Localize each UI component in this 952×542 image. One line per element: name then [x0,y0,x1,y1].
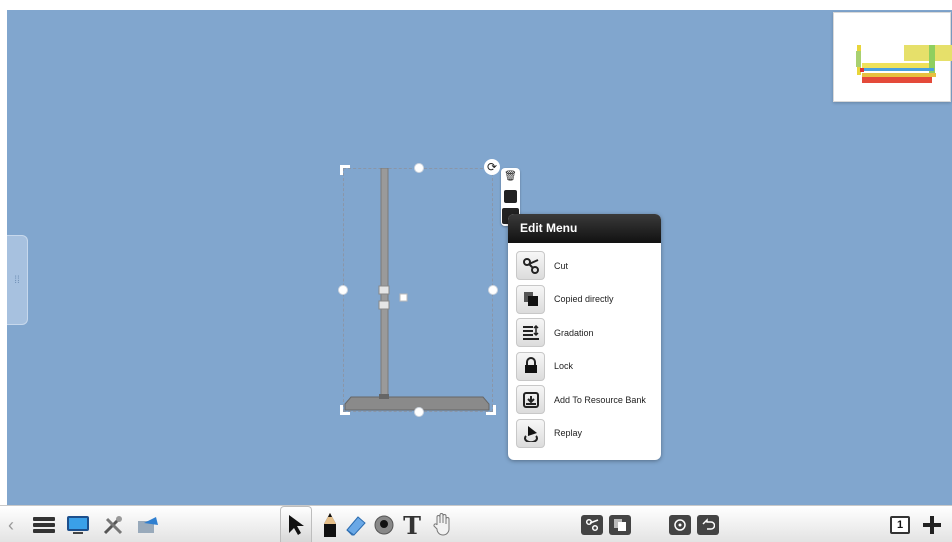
edit-menu-title: Edit Menu [508,214,661,243]
side-panel-tab[interactable]: ⁞⁞ [7,235,28,325]
text-icon[interactable]: T [400,511,424,540]
copy-icon[interactable] [608,513,632,537]
rotate-icon[interactable]: ⟳ [484,159,500,175]
gradation-icon [516,318,545,348]
eraser-icon[interactable] [344,513,368,537]
menu-item-label: Lock [554,361,574,372]
resize-corner-bottom-right[interactable] [486,405,496,415]
pointer-icon[interactable] [284,513,308,537]
resize-handle-bottom[interactable] [414,407,424,417]
delete-icon[interactable]: 🗑 [504,171,517,184]
resize-handle-top[interactable] [414,163,424,173]
periodic-table-image [856,45,952,83]
clone-icon[interactable] [504,190,517,203]
copy-icon [516,284,545,314]
collapse-arrow-icon[interactable]: ‹ [6,513,16,537]
page-number: 1 [890,516,910,534]
lab-stand-object[interactable] [344,168,490,411]
resource-folder-icon[interactable] [136,513,160,537]
tools-icon[interactable] [101,513,125,537]
lock-icon [516,351,545,381]
resource-bank-icon [516,385,545,415]
menu-item-cut[interactable]: Cut [508,249,661,283]
menu-item-label: Replay [554,428,583,439]
grip-icon: ⁞⁞ [14,274,20,286]
menu-item-label: Copied directly [554,294,614,305]
bottom-toolbar: ‹ T 1 [0,505,952,542]
resize-handle-right[interactable] [488,285,498,295]
undo-icon[interactable] [696,513,720,537]
scissors-icon [516,251,545,281]
menu-item-add-to-resource-bank[interactable]: Add To Resource Bank [508,383,661,417]
menu-item-gradation[interactable]: Gradation [508,316,661,350]
pencil-icon[interactable] [318,513,342,537]
resize-corner-bottom-left[interactable] [340,405,350,415]
monitor-icon[interactable] [66,513,90,537]
menu-item-copy[interactable]: Copied directly [508,283,661,317]
add-page-icon[interactable] [920,513,944,537]
scissors-icon[interactable] [580,513,604,537]
resize-corner-top-left[interactable] [340,165,350,175]
resize-handle-left[interactable] [338,285,348,295]
menu-item-label: Gradation [554,327,594,338]
menu-item-lock[interactable]: Lock [508,350,661,384]
page-indicator[interactable]: 1 [888,513,912,537]
selection-box[interactable]: ⟳ [338,159,500,417]
hand-icon[interactable] [430,513,454,537]
menu-icon[interactable] [32,513,56,537]
shape-stamp-icon[interactable] [372,513,396,537]
menu-item-replay[interactable]: Replay [508,417,661,451]
periodic-table-thumbnail[interactable] [833,12,952,102]
edit-menu: Edit Menu Cut Copied directly Gradation … [508,214,661,460]
menu-item-label: Cut [554,260,569,271]
menu-item-label: Add To Resource Bank [554,394,646,405]
replay-icon [516,418,545,448]
zoom-target-icon[interactable] [668,513,692,537]
